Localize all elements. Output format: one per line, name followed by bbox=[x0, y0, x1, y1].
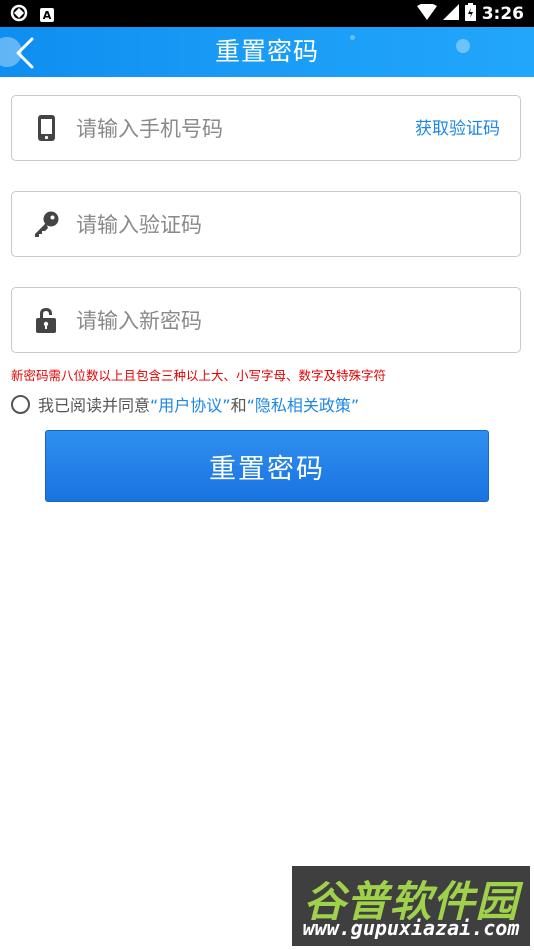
watermark-logo: 谷普软件园 www.gupuxiazai.com bbox=[292, 866, 530, 946]
watermark-url: www.gupuxiazai.com bbox=[302, 916, 520, 940]
password-field bbox=[11, 287, 521, 353]
phone-field: 获取验证码 bbox=[11, 95, 521, 161]
reset-password-button[interactable]: 重置密码 bbox=[45, 430, 489, 502]
code-input[interactable] bbox=[74, 204, 398, 246]
new-password-input[interactable] bbox=[74, 300, 398, 342]
user-agreement-link[interactable]: “用户协议” bbox=[150, 392, 231, 416]
agree-radio[interactable] bbox=[11, 394, 30, 414]
signal-icon bbox=[442, 4, 459, 24]
battery-icon bbox=[464, 3, 476, 25]
password-requirement-hint: 新密码需八位数以上且包含三种以上大、小写字母、数字及特殊字符 bbox=[11, 368, 387, 383]
notification-a-icon: A bbox=[40, 8, 54, 22]
agreement-and: 和 bbox=[230, 396, 247, 415]
clock: 3:26 bbox=[481, 4, 524, 24]
page-title: 重置密码 bbox=[214, 37, 319, 66]
privacy-policy-link[interactable]: “隐私相关政策” bbox=[247, 392, 360, 416]
lock-icon bbox=[32, 306, 60, 334]
key-icon bbox=[32, 210, 60, 238]
sync-icon bbox=[10, 4, 28, 26]
phone-icon bbox=[32, 114, 60, 142]
agreement-prefix: 我已阅读并同意 bbox=[38, 396, 151, 415]
wifi-icon bbox=[416, 3, 437, 24]
phone-input[interactable] bbox=[74, 108, 398, 150]
status-bar: A 3:26 bbox=[0, 0, 534, 27]
agreement-row: 我已阅读并同意 “用户协议” 和 “隐私相关政策” bbox=[11, 392, 359, 416]
code-field bbox=[11, 191, 521, 257]
get-code-button[interactable]: 获取验证码 bbox=[415, 96, 500, 162]
title-bar: 重置密码 bbox=[0, 27, 534, 77]
